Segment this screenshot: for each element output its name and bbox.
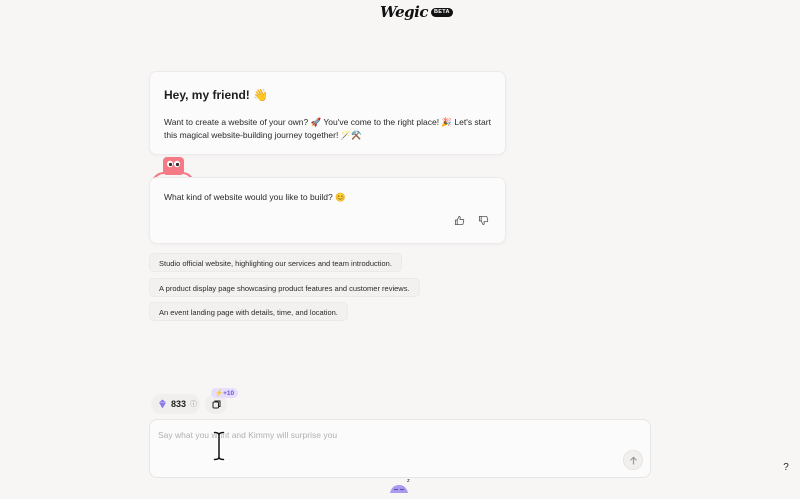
thumbs-up-icon[interactable]	[454, 215, 465, 226]
svg-text:z: z	[407, 478, 410, 484]
greeting-title: Hey, my friend! 👋	[164, 88, 269, 102]
intro-message-text: Want to create a website of your own? 🚀 …	[164, 117, 491, 140]
question-text: What kind of website would you like to b…	[164, 192, 346, 202]
suggestion-chip[interactable]: A product display page showcasing produc…	[149, 278, 420, 297]
arrow-up-icon	[629, 455, 637, 465]
bonus-value: +10	[223, 390, 235, 397]
text-cursor-icon	[212, 430, 226, 462]
sleeping-mascot-icon: z	[390, 478, 410, 493]
bolt-icon: ⚡	[215, 390, 224, 397]
question-message-card: What kind of website would you like to b…	[149, 177, 506, 244]
info-icon[interactable]: ⓘ	[190, 399, 197, 409]
thumbs-down-icon[interactable]	[478, 215, 489, 226]
feedback-controls	[454, 215, 489, 226]
credits-value: 833	[171, 399, 187, 409]
beta-badge: BETA	[431, 7, 453, 17]
wegic-logo[interactable]: Wegic BETA	[380, 3, 453, 21]
intro-message-card: Hey, my friend! 👋 Want to create a websi…	[149, 71, 506, 155]
help-button[interactable]: ?	[778, 462, 794, 478]
suggestion-chip[interactable]: Studio official website, highlighting ou…	[149, 253, 402, 272]
suggestion-chip[interactable]: An event landing page with details, time…	[149, 302, 348, 321]
bonus-credits-badge: ⚡+10	[211, 388, 239, 398]
logo-wordmark: Wegic	[380, 3, 429, 21]
send-button[interactable]	[623, 450, 643, 470]
copy-document-icon	[212, 400, 220, 408]
credits-counter[interactable]: 833 ⓘ	[151, 394, 200, 414]
credit-gem-icon	[159, 399, 166, 409]
